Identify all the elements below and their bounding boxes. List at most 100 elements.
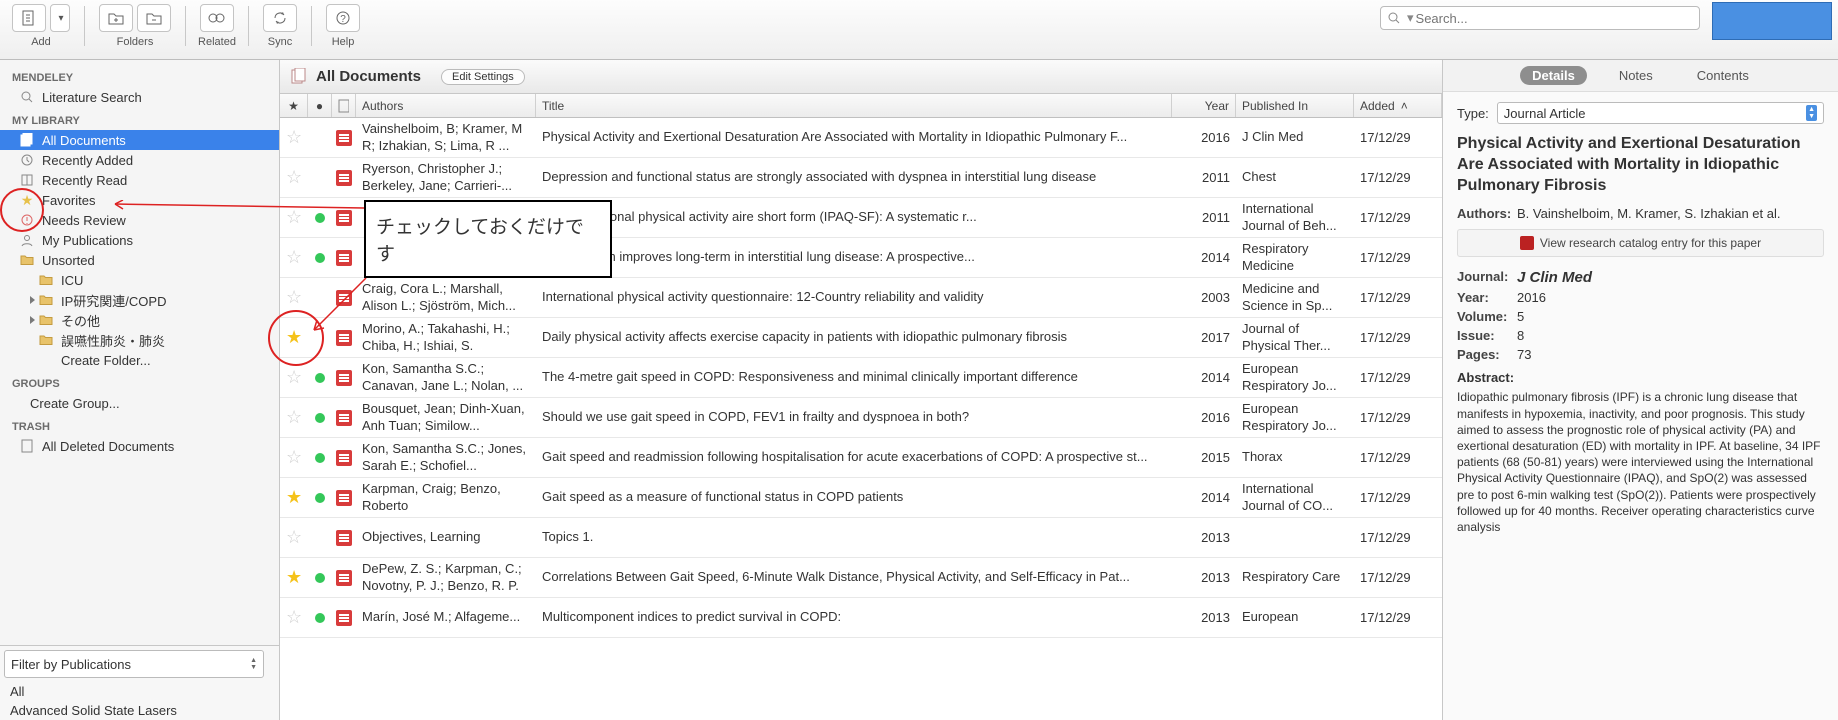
table-row[interactable]: ★Morino, A.; Takahashi, H.; Chiba, H.; I…: [280, 318, 1442, 358]
table-row[interactable]: ☆Kon, Samantha S.C.; Canavan, Jane L.; N…: [280, 358, 1442, 398]
col-favorite[interactable]: ★: [280, 94, 308, 117]
pdf-icon[interactable]: [336, 250, 352, 266]
catalog-link[interactable]: View research catalog entry for this pap…: [1457, 229, 1824, 257]
help-button[interactable]: ?: [326, 4, 360, 32]
cell-title: International physical activity question…: [542, 289, 1166, 306]
sidebar-item-10[interactable]: 誤嚥性肺炎・肺炎: [0, 330, 279, 350]
sidebar-item-8[interactable]: IP研究関連/COPD: [0, 290, 279, 310]
star-icon[interactable]: ☆: [286, 367, 302, 388]
tab-notes[interactable]: Notes: [1607, 66, 1665, 85]
filter-item-1[interactable]: Advanced Solid State Lasers: [0, 701, 279, 720]
search-box[interactable]: ▾: [1380, 6, 1700, 30]
folder-new-button[interactable]: [99, 4, 133, 32]
star-icon[interactable]: ☆: [286, 447, 302, 468]
star-icon[interactable]: ☆: [286, 607, 302, 628]
type-select[interactable]: Journal Article▲▼: [1497, 102, 1824, 124]
star-icon[interactable]: ☆: [286, 287, 302, 308]
col-pdf[interactable]: [332, 94, 356, 117]
tab-details[interactable]: Details: [1520, 66, 1587, 85]
table-row[interactable]: ☆Marín, José M.; Alfageme...Multicompone…: [280, 598, 1442, 638]
col-year[interactable]: Year: [1172, 94, 1236, 117]
star-icon[interactable]: ☆: [286, 527, 302, 548]
table-row[interactable]: ★Karpman, Craig; Benzo, RobertoGait spee…: [280, 478, 1442, 518]
sidebar-item-1[interactable]: Recently Added: [0, 150, 279, 170]
pdf-icon[interactable]: [336, 530, 352, 546]
sync-button[interactable]: [263, 4, 297, 32]
folder-del-button[interactable]: [137, 4, 171, 32]
pdf-icon[interactable]: [336, 410, 352, 426]
col-added[interactable]: Added˄: [1354, 94, 1442, 117]
sidebar-item-0[interactable]: All Documents: [0, 130, 279, 150]
col-unread[interactable]: ●: [308, 94, 332, 117]
unread-dot[interactable]: [315, 613, 325, 623]
lit-search[interactable]: Literature Search: [0, 87, 279, 107]
star-icon[interactable]: ★: [286, 487, 302, 508]
sidebar-item-11[interactable]: Create Folder...: [0, 350, 279, 370]
search-input[interactable]: [1416, 11, 1693, 26]
cell-added: 17/12/29: [1360, 130, 1436, 145]
tab-contents[interactable]: Contents: [1685, 66, 1761, 85]
star-icon[interactable]: ☆: [286, 407, 302, 428]
sidebar-item-2[interactable]: Recently Read: [0, 170, 279, 190]
sidebar-item-5[interactable]: My Publications: [0, 230, 279, 250]
sidebar-item-label: その他: [61, 311, 100, 330]
expand-icon[interactable]: [30, 316, 35, 324]
filter-item-0[interactable]: All: [0, 682, 279, 701]
pdf-icon[interactable]: [336, 210, 352, 226]
table-row[interactable]: ☆Objectives, LearningTopics 1.201317/12/…: [280, 518, 1442, 558]
star-icon[interactable]: ☆: [286, 247, 302, 268]
unread-dot[interactable]: [315, 453, 325, 463]
star-icon[interactable]: ☆: [286, 167, 302, 188]
unread-dot[interactable]: [315, 213, 325, 223]
table-row[interactable]: ☆Craig, Cora L.; Marshall, Alison L.; Sj…: [280, 278, 1442, 318]
col-authors[interactable]: Authors: [356, 94, 536, 117]
pdf-icon[interactable]: [336, 450, 352, 466]
book-icon: [18, 172, 36, 188]
cell-authors: DePew, Z. S.; Karpman, C.; Novotny, P. J…: [362, 561, 530, 594]
unread-dot[interactable]: [315, 373, 325, 383]
pdf-icon[interactable]: [336, 290, 352, 306]
svg-text:?: ?: [340, 14, 346, 25]
filter-select[interactable]: Filter by Publications▲▼: [4, 650, 264, 678]
unread-dot[interactable]: [315, 253, 325, 263]
table-row[interactable]: ★ DePew, Z. S.; Karpman, C.; Novotny, P. …: [280, 558, 1442, 598]
create-group[interactable]: Create Group...: [0, 393, 279, 413]
sidebar-item-label: Unsorted: [42, 253, 95, 268]
cell-pub: International Journal of CO...: [1242, 481, 1348, 514]
sidebar-item-3[interactable]: ★Favorites: [0, 190, 279, 210]
pdf-icon[interactable]: [336, 330, 352, 346]
star-icon[interactable]: ☆: [286, 207, 302, 228]
edit-settings-button[interactable]: Edit Settings: [441, 69, 525, 85]
expand-icon[interactable]: [30, 296, 35, 304]
pdf-icon[interactable]: [336, 370, 352, 386]
toolbar: ▾ Add Folders Related Sync ? Help ▾: [0, 0, 1838, 60]
sidebar-item-7[interactable]: ICU: [0, 270, 279, 290]
related-button[interactable]: [200, 4, 234, 32]
pdf-icon[interactable]: [336, 570, 352, 586]
star-icon[interactable]: ★: [286, 567, 302, 588]
star-icon[interactable]: ★: [286, 327, 302, 348]
sidebar-item-4[interactable]: Needs Review: [0, 210, 279, 230]
table-row[interactable]: ☆Vainshelboim, B; Kramer, M R; Izhakian,…: [280, 118, 1442, 158]
cell-pub: European Respiratory Jo...: [1242, 361, 1348, 394]
account-box[interactable]: [1712, 2, 1832, 40]
unread-dot[interactable]: [315, 413, 325, 423]
table-row[interactable]: ☆Ryerson, Christopher J.; Berkeley, Jane…: [280, 158, 1442, 198]
pdf-icon[interactable]: [336, 490, 352, 506]
table-row[interactable]: ☆Kon, Samantha S.C.; Jones, Sarah E.; Sc…: [280, 438, 1442, 478]
star-icon[interactable]: ☆: [286, 127, 302, 148]
unread-dot[interactable]: [315, 493, 325, 503]
pdf-icon[interactable]: [336, 130, 352, 146]
col-title[interactable]: Title: [536, 94, 1172, 117]
pdf-icon[interactable]: [336, 610, 352, 626]
unread-dot[interactable]: [315, 573, 325, 583]
table-row[interactable]: ☆Bousquet, Jean; Dinh-Xuan, Anh Tuan; Si…: [280, 398, 1442, 438]
add-dropdown[interactable]: ▾: [50, 4, 70, 32]
pdf-icon[interactable]: [336, 170, 352, 186]
cell-added: 17/12/29: [1360, 610, 1436, 625]
sidebar-item-9[interactable]: その他: [0, 310, 279, 330]
deleted-docs[interactable]: All Deleted Documents: [0, 436, 279, 456]
sidebar-item-6[interactable]: Unsorted: [0, 250, 279, 270]
add-button[interactable]: [12, 4, 46, 32]
col-published[interactable]: Published In: [1236, 94, 1354, 117]
